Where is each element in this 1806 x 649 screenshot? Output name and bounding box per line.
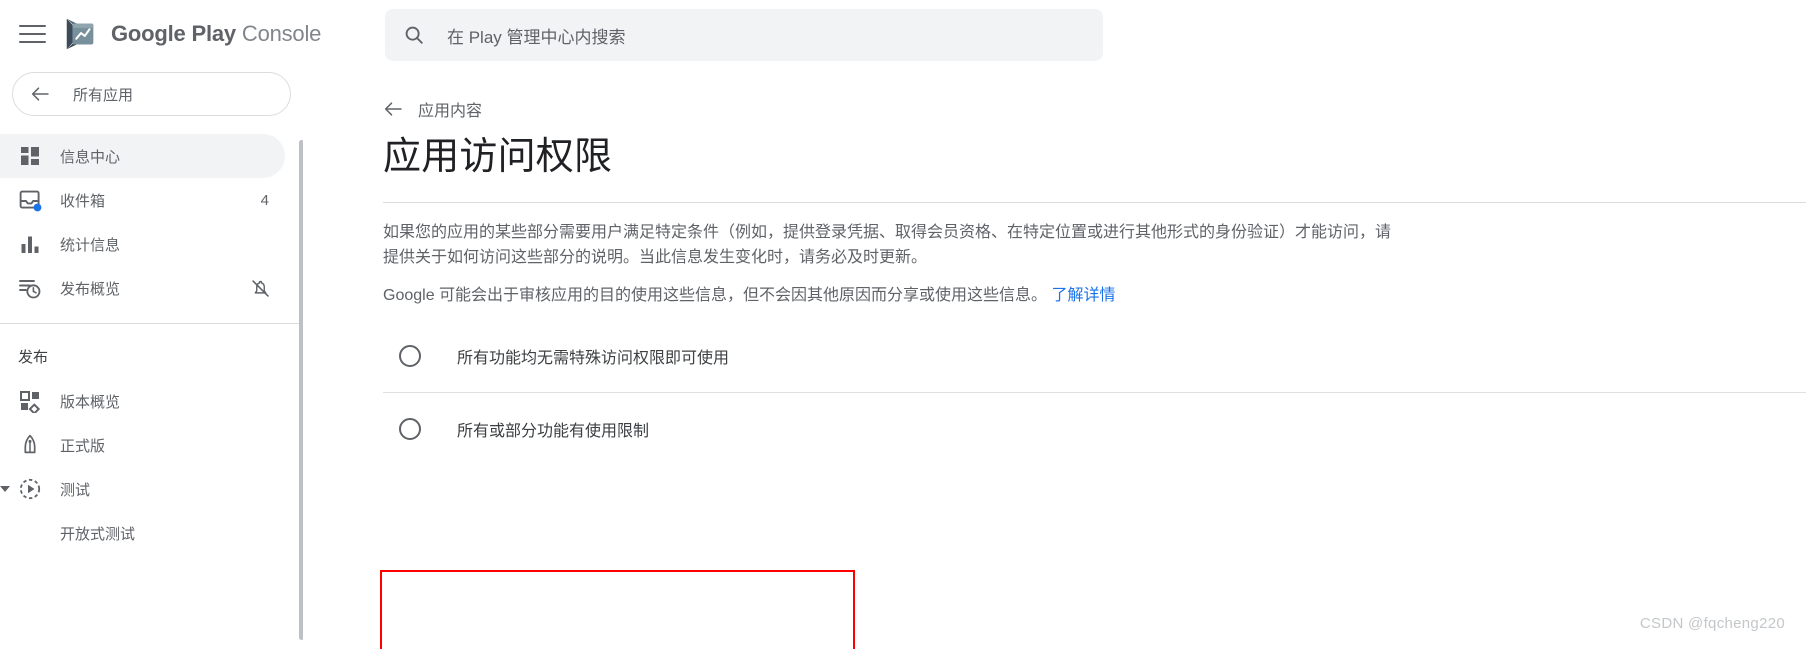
description-paragraph: 如果您的应用的某些部分需要用户满足特定条件（例如，提供登录凭据、取得会员资格、在… (383, 224, 1392, 266)
arrow-left-icon (31, 87, 49, 101)
sidebar-subitem-label: 开放式测试 (60, 525, 136, 543)
sidebar-item-publishing-overview[interactable]: 发布概览 (0, 266, 285, 310)
sidebar-item-label: 发布概览 (60, 280, 121, 298)
content-divider (383, 202, 1806, 203)
radio-option-restricted[interactable]: 所有或部分功能有使用限制 (383, 393, 1806, 465)
releases-overview-icon (18, 389, 42, 415)
search-input[interactable]: 在 Play 管理中心内搜索 (385, 9, 1103, 61)
inbox-badge-count: 4 (260, 191, 269, 209)
brand-logo-group[interactable]: Google Play Console (62, 15, 321, 53)
app-access-radio-group: 所有功能均无需特殊访问权限即可使用 所有或部分功能有使用限制 (380, 320, 1806, 649)
sidebar-nav-list: 信息中心 收件箱 4 统计信息 发布概览 (0, 134, 303, 310)
google-play-console-logo-icon (66, 18, 94, 50)
sidebar-item-releases-overview[interactable]: 版本概览 (0, 379, 285, 423)
dashboard-icon (18, 144, 42, 168)
arrow-left-icon (384, 102, 402, 116)
sidebar: 所有应用 信息中心 收件箱 4 统计信息 发布概览 发布 版本概览 正式版 测试… (0, 68, 303, 649)
top-bar: Google Play Console 在 Play 管理中心内搜索 (0, 0, 1806, 68)
usage-note-paragraph: Google 可能会出于审核应用的目的使用这些信息，但不会因其他原因而分享或使用… (383, 283, 1483, 308)
hamburger-bar (19, 33, 46, 35)
sidebar-item-label: 版本概览 (60, 393, 121, 411)
bar-chart-icon (18, 232, 42, 256)
radio-option-label: 所有功能均无需特殊访问权限即可使用 (457, 350, 730, 367)
radio-option-label: 所有或部分功能有使用限制 (457, 423, 650, 440)
app-root: Google Play Console 在 Play 管理中心内搜索 所有应用 (0, 0, 1806, 649)
sidebar-section-title: 发布 (18, 349, 49, 366)
radio-option-no-restrictions[interactable]: 所有功能均无需特殊访问权限即可使用 (383, 320, 1806, 392)
notifications-off-icon[interactable] (250, 278, 285, 299)
search-placeholder: 在 Play 管理中心内搜索 (447, 27, 626, 47)
hamburger-bar (19, 25, 46, 27)
radio-button-icon[interactable] (399, 418, 421, 440)
sidebar-item-label: 测试 (60, 481, 91, 499)
hamburger-bar (19, 41, 46, 43)
chevron-down-icon[interactable] (0, 486, 10, 492)
inbox-icon (18, 188, 42, 212)
breadcrumb-label: 应用内容 (418, 103, 483, 120)
sidebar-item-label: 信息中心 (60, 148, 121, 166)
page-title: 应用访问权限 (383, 136, 613, 178)
rocket-icon (18, 433, 42, 457)
sidebar-item-label: 正式版 (60, 437, 106, 455)
radio-button-icon[interactable] (399, 345, 421, 367)
sidebar-item-testing[interactable]: 测试 (0, 467, 285, 511)
annotation-highlight-box (380, 570, 855, 649)
publishing-overview-icon (18, 276, 42, 300)
sidebar-item-inbox[interactable]: 收件箱 4 (0, 178, 285, 222)
watermark-text: CSDN @fqcheng220 (1639, 615, 1785, 632)
sidebar-subitem-open-testing[interactable]: 开放式测试 (0, 511, 303, 555)
sidebar-item-statistics[interactable]: 统计信息 (0, 222, 285, 266)
breadcrumb[interactable]: 应用内容 (384, 97, 482, 121)
sidebar-item-label: 统计信息 (60, 236, 121, 254)
all-apps-label: 所有应用 (73, 86, 134, 104)
all-apps-button[interactable]: 所有应用 (12, 72, 291, 116)
brand-name-secondary: Console (241, 21, 322, 46)
sidebar-publish-list: 版本概览 正式版 测试 开放式测试 (0, 379, 303, 555)
search-icon (405, 26, 423, 44)
main-content: 应用内容 应用访问权限 如果您的应用的某些部分需要用户满足特定条件（例如，提供登… (303, 68, 1806, 649)
brand-text: Google Play Console (111, 21, 321, 47)
usage-note-text: Google 可能会出于审核应用的目的使用这些信息，但不会因其他原因而分享或使用… (383, 287, 1048, 304)
learn-more-link[interactable]: 了解详情 (1052, 287, 1116, 304)
brand-name-primary: Google Play (111, 21, 236, 46)
sidebar-item-dashboard[interactable]: 信息中心 (0, 134, 285, 178)
sidebar-item-label: 收件箱 (60, 192, 106, 210)
hamburger-menu-icon[interactable] (19, 20, 47, 48)
testing-play-circle-icon (18, 477, 42, 501)
sidebar-item-production[interactable]: 正式版 (0, 423, 285, 467)
